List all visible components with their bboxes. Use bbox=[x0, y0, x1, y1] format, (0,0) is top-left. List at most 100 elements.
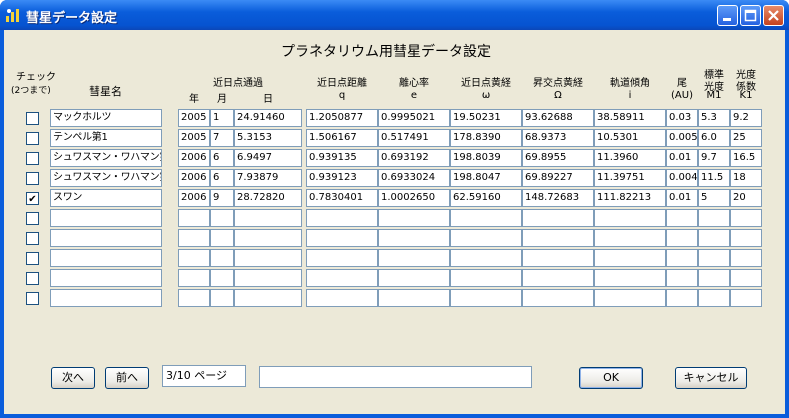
month-field[interactable] bbox=[210, 209, 234, 227]
month-field[interactable] bbox=[210, 289, 234, 307]
month-field[interactable] bbox=[210, 249, 234, 267]
i-field[interactable] bbox=[594, 249, 666, 267]
day-field[interactable] bbox=[234, 289, 302, 307]
tail-field[interactable] bbox=[666, 249, 698, 267]
q-field[interactable]: 1.506167 bbox=[306, 129, 378, 147]
node-field[interactable]: 69.8955 bbox=[522, 149, 594, 167]
q-field[interactable] bbox=[306, 229, 378, 247]
w-field[interactable] bbox=[450, 269, 522, 287]
k1-field[interactable]: 18 bbox=[730, 169, 762, 187]
m1-field[interactable]: 5 bbox=[698, 189, 730, 207]
m1-field[interactable] bbox=[698, 289, 730, 307]
w-field[interactable] bbox=[450, 249, 522, 267]
row-checkbox[interactable] bbox=[26, 112, 39, 125]
tail-field[interactable] bbox=[666, 209, 698, 227]
title-bar[interactable]: 彗星データ設定 bbox=[0, 0, 789, 30]
day-field[interactable]: 6.9497 bbox=[234, 149, 302, 167]
year-field[interactable] bbox=[178, 229, 210, 247]
m1-field[interactable]: 11.5 bbox=[698, 169, 730, 187]
month-field[interactable]: 7 bbox=[210, 129, 234, 147]
e-field[interactable] bbox=[378, 229, 450, 247]
name-field[interactable] bbox=[50, 229, 162, 247]
i-field[interactable] bbox=[594, 209, 666, 227]
node-field[interactable] bbox=[522, 269, 594, 287]
name-field[interactable]: スワン bbox=[50, 189, 162, 207]
row-checkbox[interactable] bbox=[26, 252, 39, 265]
w-field[interactable] bbox=[450, 289, 522, 307]
row-checkbox[interactable] bbox=[26, 172, 39, 185]
day-field[interactable] bbox=[234, 209, 302, 227]
year-field[interactable]: 2006 bbox=[178, 189, 210, 207]
e-field[interactable]: 1.0002650 bbox=[378, 189, 450, 207]
month-field[interactable]: 6 bbox=[210, 149, 234, 167]
node-field[interactable] bbox=[522, 249, 594, 267]
k1-field[interactable]: 25 bbox=[730, 129, 762, 147]
e-field[interactable]: 0.517491 bbox=[378, 129, 450, 147]
q-field[interactable] bbox=[306, 269, 378, 287]
q-field[interactable]: 0.939123 bbox=[306, 169, 378, 187]
e-field[interactable] bbox=[378, 249, 450, 267]
node-field[interactable] bbox=[522, 289, 594, 307]
m1-field[interactable]: 5.3 bbox=[698, 109, 730, 127]
q-field[interactable]: 0.939135 bbox=[306, 149, 378, 167]
minimize-button[interactable] bbox=[717, 5, 738, 26]
i-field[interactable]: 11.39751 bbox=[594, 169, 666, 187]
k1-field[interactable]: 9.2 bbox=[730, 109, 762, 127]
name-field[interactable]: シュワスマン・ワハマン第3-C bbox=[50, 149, 162, 167]
q-field[interactable] bbox=[306, 249, 378, 267]
tail-field[interactable] bbox=[666, 229, 698, 247]
cancel-button[interactable]: キャンセル bbox=[675, 367, 747, 389]
w-field[interactable] bbox=[450, 229, 522, 247]
w-field[interactable]: 198.8039 bbox=[450, 149, 522, 167]
node-field[interactable]: 93.62688 bbox=[522, 109, 594, 127]
i-field[interactable]: 111.82213 bbox=[594, 189, 666, 207]
e-field[interactable] bbox=[378, 209, 450, 227]
name-field[interactable] bbox=[50, 269, 162, 287]
k1-field[interactable] bbox=[730, 209, 762, 227]
close-button[interactable] bbox=[763, 5, 784, 26]
i-field[interactable] bbox=[594, 269, 666, 287]
node-field[interactable]: 148.72683 bbox=[522, 189, 594, 207]
w-field[interactable]: 62.59160 bbox=[450, 189, 522, 207]
month-field[interactable]: 6 bbox=[210, 169, 234, 187]
i-field[interactable]: 10.5301 bbox=[594, 129, 666, 147]
w-field[interactable]: 19.50231 bbox=[450, 109, 522, 127]
node-field[interactable] bbox=[522, 209, 594, 227]
w-field[interactable]: 198.8047 bbox=[450, 169, 522, 187]
row-checkbox[interactable] bbox=[26, 212, 39, 225]
k1-field[interactable] bbox=[730, 289, 762, 307]
tail-field[interactable] bbox=[666, 289, 698, 307]
k1-field[interactable] bbox=[730, 229, 762, 247]
row-checkbox[interactable] bbox=[26, 232, 39, 245]
year-field[interactable]: 2005 bbox=[178, 129, 210, 147]
row-checkbox[interactable] bbox=[26, 132, 39, 145]
day-field[interactable]: 7.93879 bbox=[234, 169, 302, 187]
month-field[interactable]: 9 bbox=[210, 189, 234, 207]
name-field[interactable] bbox=[50, 209, 162, 227]
day-field[interactable]: 24.91460 bbox=[234, 109, 302, 127]
row-checkbox[interactable]: ✔ bbox=[26, 192, 39, 205]
m1-field[interactable]: 9.7 bbox=[698, 149, 730, 167]
day-field[interactable] bbox=[234, 269, 302, 287]
tail-field[interactable]: 0.004 bbox=[666, 169, 698, 187]
e-field[interactable]: 0.9995021 bbox=[378, 109, 450, 127]
k1-field[interactable]: 16.5 bbox=[730, 149, 762, 167]
maximize-button[interactable] bbox=[740, 5, 761, 26]
m1-field[interactable] bbox=[698, 209, 730, 227]
name-field[interactable]: テンペル第1 bbox=[50, 129, 162, 147]
year-field[interactable] bbox=[178, 249, 210, 267]
k1-field[interactable]: 20 bbox=[730, 189, 762, 207]
tail-field[interactable]: 0.01 bbox=[666, 149, 698, 167]
tail-field[interactable] bbox=[666, 269, 698, 287]
name-field[interactable]: マックホルツ bbox=[50, 109, 162, 127]
year-field[interactable] bbox=[178, 269, 210, 287]
name-field[interactable]: シュワスマン・ワハマン第3-B bbox=[50, 169, 162, 187]
i-field[interactable]: 11.3960 bbox=[594, 149, 666, 167]
year-field[interactable] bbox=[178, 289, 210, 307]
k1-field[interactable] bbox=[730, 269, 762, 287]
month-field[interactable]: 1 bbox=[210, 109, 234, 127]
day-field[interactable]: 5.3153 bbox=[234, 129, 302, 147]
m1-field[interactable] bbox=[698, 229, 730, 247]
month-field[interactable] bbox=[210, 229, 234, 247]
node-field[interactable]: 68.9373 bbox=[522, 129, 594, 147]
